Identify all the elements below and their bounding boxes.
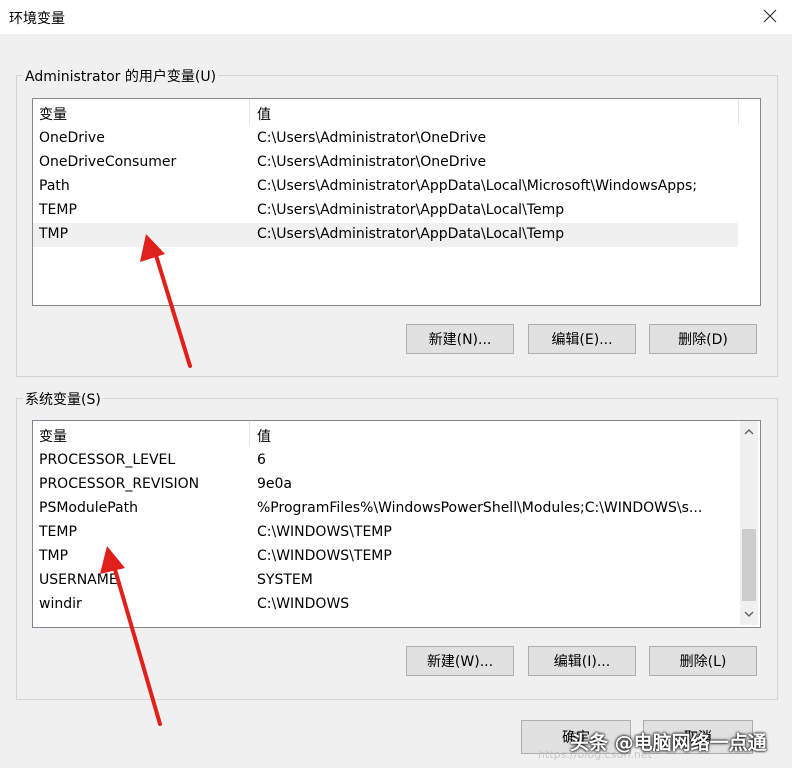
title-bar: 环境变量 bbox=[0, 0, 792, 34]
variable-value: SYSTEM bbox=[257, 572, 313, 588]
system-new-button[interactable]: 新建(W)... bbox=[406, 646, 514, 676]
chevron-up-icon bbox=[744, 429, 753, 435]
list-header: 变量 值 bbox=[33, 99, 760, 125]
variable-value: C:\Users\Administrator\OneDrive bbox=[257, 154, 487, 170]
table-row[interactable]: TMP C:\WINDOWS\TEMP bbox=[33, 545, 738, 569]
user-variables-list[interactable]: 变量 值 OneDrive C:\Users\Administrator\One… bbox=[32, 98, 761, 306]
variable-value: C:\Users\Administrator\AppData\Local\Tem… bbox=[257, 226, 565, 242]
table-row[interactable]: Path C:\Users\Administrator\AppData\Loca… bbox=[33, 175, 738, 199]
vertical-scrollbar[interactable] bbox=[740, 421, 758, 625]
system-edit-button[interactable]: 编辑(I)... bbox=[528, 646, 636, 676]
close-button[interactable] bbox=[755, 0, 785, 32]
system-variables-list[interactable]: 变量 值 PROCESSOR_LEVEL 6 PROCESSOR_REVISIO… bbox=[32, 420, 761, 628]
variable-name: windir bbox=[39, 596, 82, 612]
column-header-variable[interactable]: 变量 bbox=[39, 104, 67, 124]
variable-value: C:\WINDOWS\TEMP bbox=[257, 524, 392, 540]
table-row[interactable]: OneDrive C:\Users\Administrator\OneDrive bbox=[33, 127, 738, 151]
table-row[interactable]: PSModulePath %ProgramFiles%\WindowsPower… bbox=[33, 497, 738, 521]
variable-name: Path bbox=[39, 178, 70, 194]
variable-value: C:\Users\Administrator\OneDrive bbox=[257, 130, 487, 146]
table-row-selected[interactable]: TMP C:\Users\Administrator\AppData\Local… bbox=[33, 223, 738, 247]
variable-value: C:\Users\Administrator\AppData\Local\Mic… bbox=[257, 178, 698, 194]
chevron-down-icon bbox=[744, 611, 753, 617]
column-header-value[interactable]: 值 bbox=[257, 104, 271, 124]
user-new-button[interactable]: 新建(N)... bbox=[406, 324, 514, 354]
table-row[interactable]: TEMP C:\Users\Administrator\AppData\Loca… bbox=[33, 199, 738, 223]
variable-name: TEMP bbox=[39, 202, 77, 218]
scroll-down-button[interactable] bbox=[740, 606, 757, 623]
column-divider[interactable] bbox=[249, 421, 250, 447]
table-row[interactable]: PROCESSOR_LEVEL 6 bbox=[33, 449, 738, 473]
user-delete-button[interactable]: 删除(D) bbox=[649, 324, 757, 354]
column-divider[interactable] bbox=[738, 99, 739, 125]
table-row[interactable]: USERNAME SYSTEM bbox=[33, 569, 738, 593]
user-variables-label: Administrator 的用户变量(U) bbox=[23, 66, 219, 86]
variable-value: %ProgramFiles%\WindowsPowerShell\Modules… bbox=[257, 500, 703, 516]
variable-value: C:\WINDOWS bbox=[257, 596, 350, 612]
scroll-up-button[interactable] bbox=[740, 423, 757, 440]
column-header-value[interactable]: 值 bbox=[257, 426, 271, 446]
system-delete-button[interactable]: 删除(L) bbox=[649, 646, 757, 676]
user-edit-button[interactable]: 编辑(E)... bbox=[528, 324, 636, 354]
variable-name: TEMP bbox=[39, 524, 77, 540]
variable-name: TMP bbox=[39, 548, 69, 564]
variable-name: USERNAME bbox=[39, 572, 118, 588]
window-title: 环境变量 bbox=[9, 11, 65, 27]
scroll-thumb[interactable] bbox=[742, 529, 756, 601]
variable-name: OneDriveConsumer bbox=[39, 154, 177, 170]
variable-name: PROCESSOR_REVISION bbox=[39, 476, 200, 492]
variable-value: C:\WINDOWS\TEMP bbox=[257, 548, 392, 564]
column-header-variable[interactable]: 变量 bbox=[39, 426, 67, 446]
variable-name: PSModulePath bbox=[39, 500, 138, 516]
list-header: 变量 值 bbox=[33, 421, 738, 447]
table-row[interactable]: OneDriveConsumer C:\Users\Administrator\… bbox=[33, 151, 738, 175]
watermark-text: 头条 @电脑网络一点通 bbox=[570, 732, 767, 754]
table-row[interactable]: TEMP C:\WINDOWS\TEMP bbox=[33, 521, 738, 545]
table-row[interactable]: PROCESSOR_REVISION 9e0a bbox=[33, 473, 738, 497]
table-row[interactable]: windir C:\WINDOWS bbox=[33, 593, 738, 617]
close-icon bbox=[763, 9, 777, 23]
variable-value: 9e0a bbox=[257, 476, 293, 492]
variable-name: OneDrive bbox=[39, 130, 105, 146]
variable-value: C:\Users\Administrator\AppData\Local\Tem… bbox=[257, 202, 565, 218]
variable-value: 6 bbox=[257, 452, 266, 468]
column-divider[interactable] bbox=[249, 99, 250, 125]
variable-name: TMP bbox=[39, 226, 69, 242]
variable-name: PROCESSOR_LEVEL bbox=[39, 452, 176, 468]
system-variables-label: 系统变量(S) bbox=[23, 389, 103, 409]
